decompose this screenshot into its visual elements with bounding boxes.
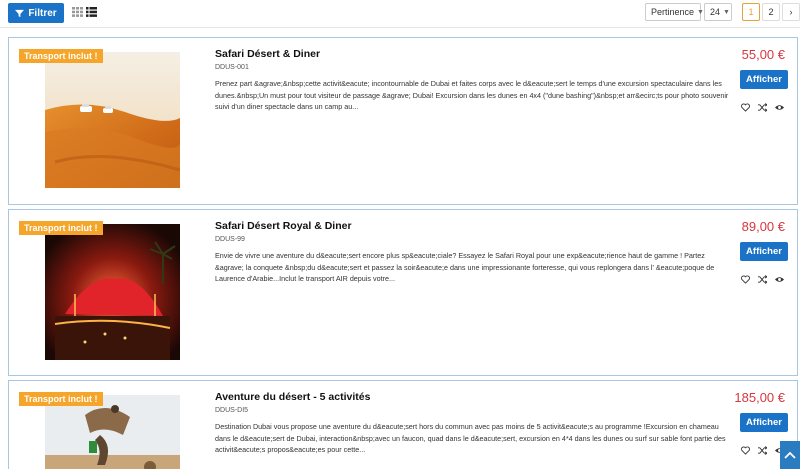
filter-button-label: Filtrer	[28, 7, 57, 19]
page-size-value: 24	[710, 7, 721, 17]
show-button[interactable]: Afficher	[740, 242, 788, 261]
show-button[interactable]: Afficher	[740, 413, 788, 432]
toolbar: Filtrer Pertinence ▼ 24 ▼ 1 2 ›	[0, 0, 800, 28]
grid-view-icon[interactable]	[72, 7, 83, 17]
scroll-to-top-button[interactable]	[780, 441, 800, 469]
product-image[interactable]	[45, 224, 180, 360]
chevron-up-icon	[784, 451, 796, 459]
product-actions	[741, 99, 784, 112]
product-code: DDUS-001	[215, 64, 249, 71]
shuffle-icon[interactable]	[758, 442, 768, 455]
eye-icon[interactable]	[775, 271, 784, 282]
page-1-button[interactable]: 1	[742, 3, 760, 21]
product-description: Envie de vivre une aventure du d&eacute;…	[215, 251, 715, 283]
chevron-down-icon: ▼	[723, 8, 730, 16]
eye-icon[interactable]	[775, 99, 784, 110]
sort-select[interactable]: Pertinence ▼	[645, 3, 704, 21]
page-2-button[interactable]: 2	[762, 3, 780, 21]
product-card: Transport inclut ! Safari Désert & Diner…	[8, 37, 798, 205]
product-actions	[741, 442, 784, 455]
product-image[interactable]	[45, 52, 180, 188]
product-price: 185,00 €	[734, 390, 785, 405]
product-actions	[741, 271, 784, 284]
shuffle-icon[interactable]	[758, 99, 768, 112]
product-description: Destination Dubai vous propose une avent…	[215, 422, 726, 454]
product-price: 55,00 €	[741, 47, 785, 62]
shuffle-icon[interactable]	[758, 271, 768, 284]
product-title[interactable]: Aventure du désert - 5 activités	[215, 391, 370, 403]
heart-icon[interactable]	[741, 99, 750, 112]
product-code: DDUS-DI5	[215, 407, 249, 414]
next-page-button[interactable]: ›	[782, 3, 800, 21]
product-card: Transport inclut ! Safari Désert Royal &…	[8, 209, 798, 376]
heart-icon[interactable]	[741, 442, 750, 455]
show-button[interactable]: Afficher	[740, 70, 788, 89]
transport-badge: Transport inclut !	[19, 49, 103, 63]
product-title[interactable]: Safari Désert & Diner	[215, 48, 320, 60]
transport-badge: Transport inclut !	[19, 221, 103, 235]
transport-badge: Transport inclut !	[19, 392, 103, 406]
sort-select-value: Pertinence	[651, 7, 695, 17]
product-code: DDUS-99	[215, 236, 245, 243]
product-price: 89,00 €	[741, 219, 785, 234]
list-view-icon[interactable]	[86, 7, 97, 17]
heart-icon[interactable]	[741, 271, 750, 284]
filter-button[interactable]: Filtrer	[8, 3, 64, 23]
page-size-select[interactable]: 24 ▼	[704, 3, 732, 21]
chevron-down-icon: ▼	[697, 8, 704, 16]
product-image[interactable]	[45, 395, 180, 469]
product-description: Prenez part &agrave;&nbsp;cette activit&…	[215, 79, 729, 111]
product-title[interactable]: Safari Désert Royal & Diner	[215, 220, 352, 232]
filter-icon	[15, 9, 25, 17]
product-card: Transport inclut ! Aventure du désert - …	[8, 380, 798, 469]
